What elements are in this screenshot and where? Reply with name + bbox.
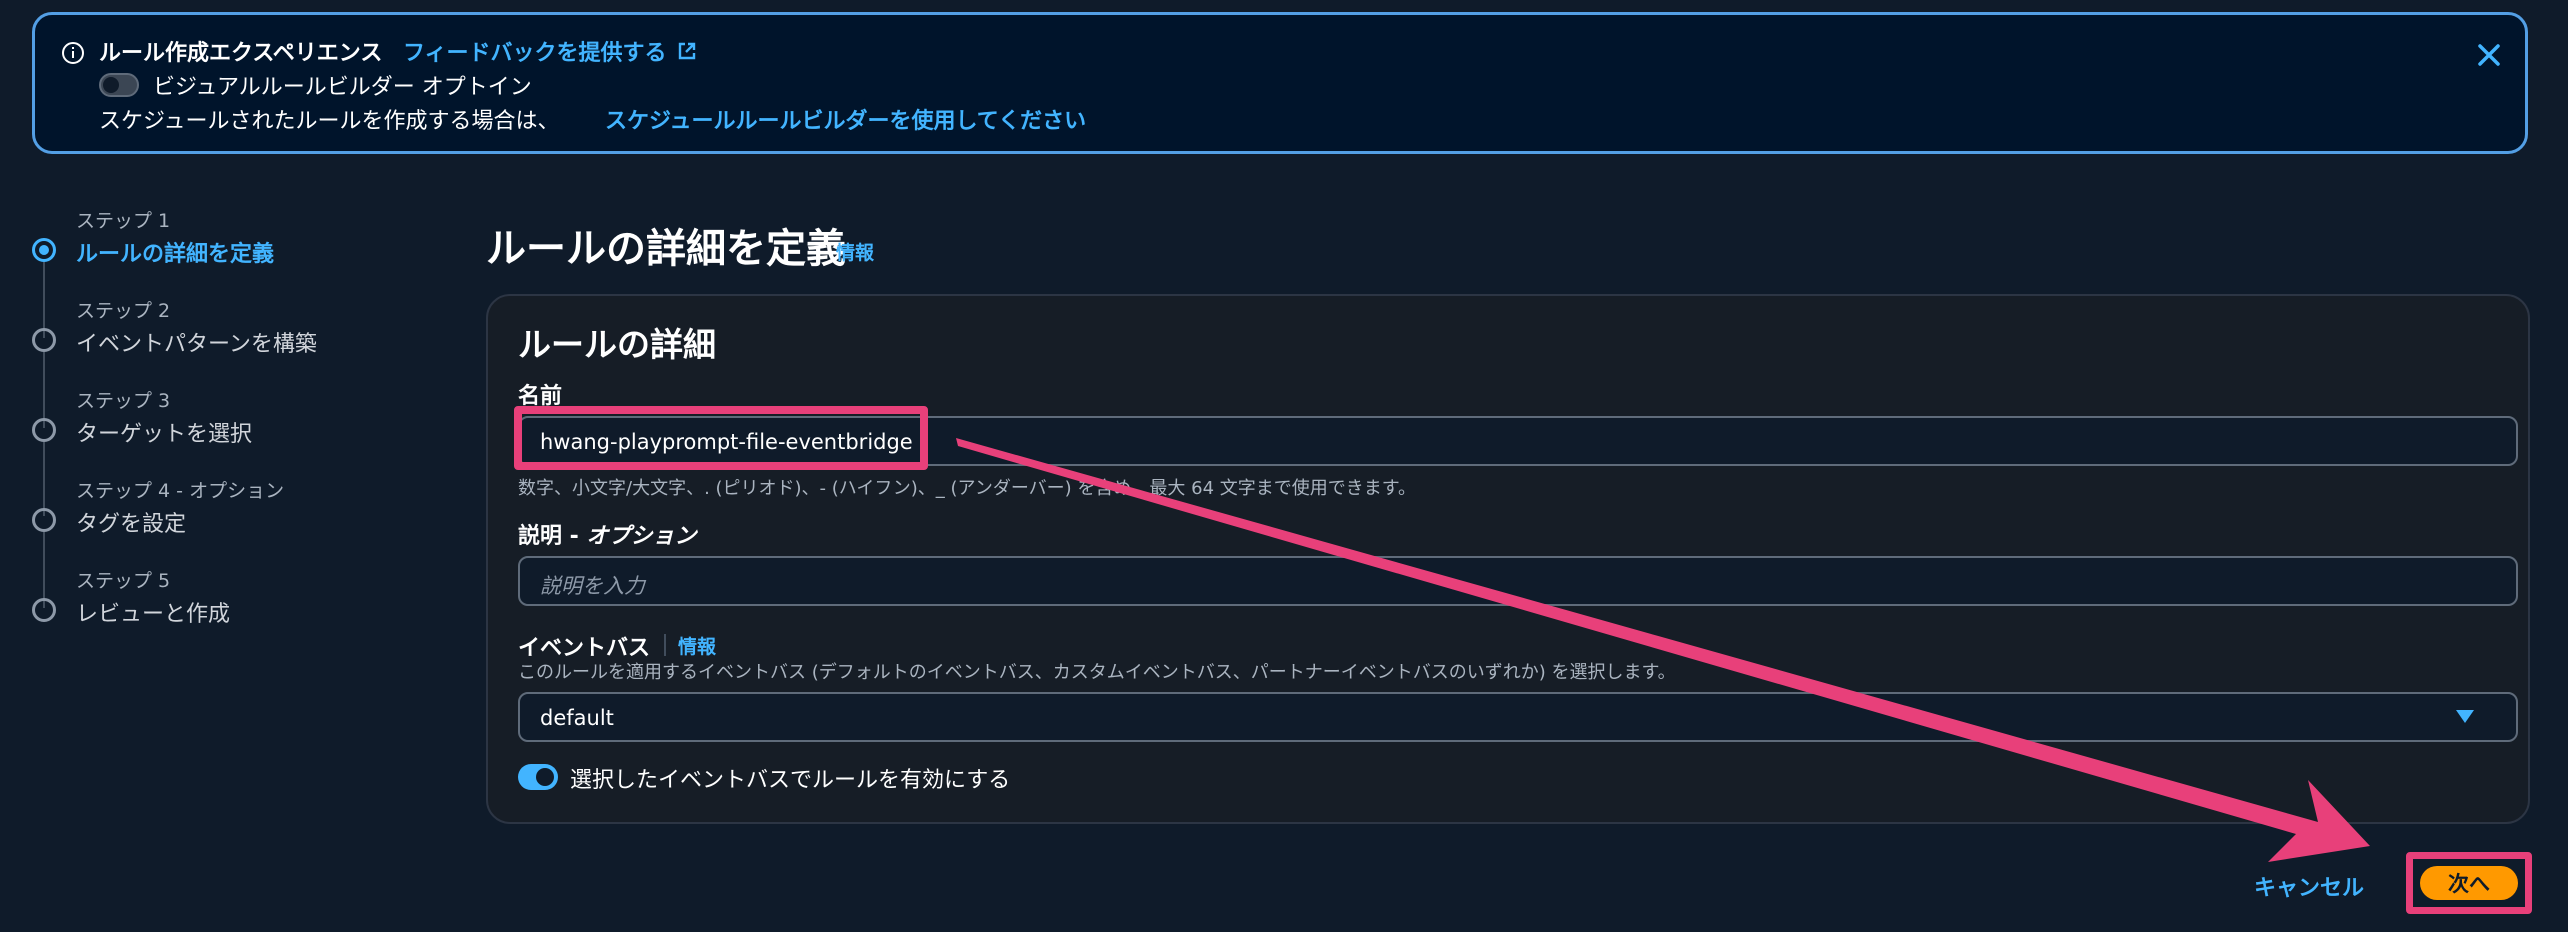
event-bus-hint: このルールを適用するイベントバス (デフォルトのイベントバス、カスタムイベントバ…: [518, 662, 1676, 683]
cancel-button[interactable]: キャンセル: [2254, 870, 2364, 902]
external-link-icon: [678, 42, 695, 60]
feedback-link-label: フィードバックを提供する: [403, 41, 667, 66]
description-label-optional: オプション: [586, 524, 697, 549]
event-bus-info-link[interactable]: 情報: [678, 632, 716, 659]
info-banner: ルール作成エクスペリエンス フィードバックを提供する ビジュアルルールビルダー …: [32, 12, 2528, 154]
step-2-name[interactable]: イベントパターンを構築: [76, 326, 317, 358]
schedule-builder-link[interactable]: スケジュールルールビルダーを使用してください: [605, 103, 1086, 135]
enable-rule-toggle[interactable]: [518, 764, 558, 790]
caret-down-icon: [2456, 710, 2474, 723]
step-1-name[interactable]: ルールの詳細を定義: [76, 236, 274, 268]
step-3-label: ステップ 3: [76, 390, 171, 412]
panel-title: ルールの詳細: [518, 325, 716, 364]
step-4-name[interactable]: タグを設定: [76, 506, 186, 538]
step-1-label: ステップ 1: [76, 210, 171, 232]
visual-builder-toggle[interactable]: [99, 73, 139, 97]
step-1-indicator: [32, 238, 56, 262]
step-4-indicator: [32, 508, 56, 532]
enable-rule-label: 選択したイベントバスでルールを有効にする: [570, 768, 1011, 793]
page-info-link[interactable]: 情報: [836, 238, 874, 265]
event-bus-value: default: [540, 706, 614, 730]
info-icon: [62, 42, 84, 64]
step-5-indicator: [32, 598, 56, 622]
banner-title: ルール作成エクスペリエンス: [99, 41, 383, 66]
description-label-text: 説明 -: [518, 524, 587, 549]
description-field[interactable]: 説明を入力: [518, 556, 2518, 606]
next-button[interactable]: 次へ: [2420, 866, 2518, 900]
label-divider: [664, 634, 666, 656]
step-connector: [43, 442, 45, 516]
step-2-indicator: [32, 328, 56, 352]
description-label: 説明 - オプション: [518, 518, 696, 550]
step-connector: [43, 262, 45, 338]
event-bus-select[interactable]: default: [518, 692, 2518, 742]
close-icon[interactable]: [2471, 37, 2507, 73]
step-4-label: ステップ 4 - オプション: [76, 480, 285, 502]
description-placeholder: 説明を入力: [540, 574, 645, 598]
schedule-text: スケジュールされたルールを作成する場合は、: [99, 109, 560, 134]
name-hint: 数字、小文字/大文字、. (ピリオド)、- (ハイフン)、_ (アンダーバー) …: [518, 478, 1416, 499]
step-connector: [43, 532, 45, 608]
feedback-link[interactable]: フィードバックを提供する: [403, 35, 697, 67]
step-5-label: ステップ 5: [76, 570, 171, 592]
step-connector: [43, 352, 45, 428]
name-highlight-annotation: [514, 406, 928, 470]
step-3-name[interactable]: ターゲットを選択: [76, 416, 252, 448]
step-5-name[interactable]: レビューと作成: [76, 596, 230, 628]
visual-builder-label: ビジュアルルールビルダー オプトイン: [153, 75, 532, 100]
step-3-indicator: [32, 418, 56, 442]
step-2-label: ステップ 2: [76, 300, 171, 322]
page-title: ルールの詳細を定義: [486, 226, 846, 272]
